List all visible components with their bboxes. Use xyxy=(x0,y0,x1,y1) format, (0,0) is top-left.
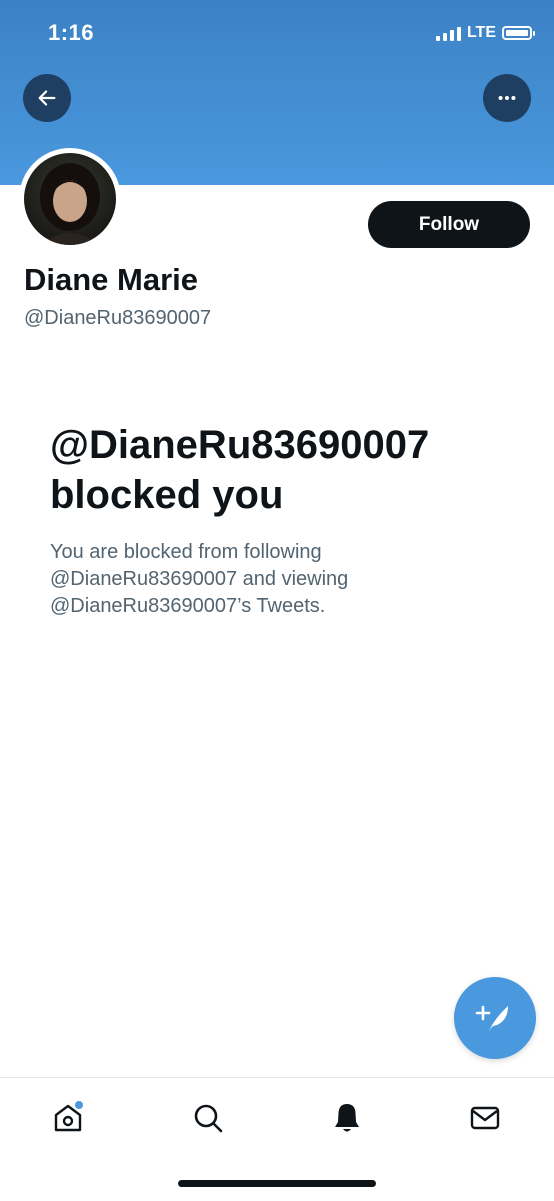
tab-messages[interactable] xyxy=(465,1098,505,1138)
back-button[interactable] xyxy=(23,74,71,122)
user-handle: @DianeRu83690007 xyxy=(24,307,212,329)
tab-search[interactable] xyxy=(188,1098,228,1138)
search-icon xyxy=(194,1104,223,1133)
signal-icon xyxy=(435,25,461,41)
status-indicators: LTE xyxy=(435,24,535,42)
avatar[interactable] xyxy=(19,148,121,250)
blocked-title: @DianeRu83690007 blocked you xyxy=(50,423,430,517)
battery-icon xyxy=(502,26,535,40)
home-indicator xyxy=(178,1180,376,1187)
display-name: Diane Marie xyxy=(24,262,199,297)
network-label: LTE xyxy=(466,24,496,41)
tab-notifications[interactable] xyxy=(327,1098,367,1138)
arrow-left-icon xyxy=(38,90,56,106)
unread-indicator xyxy=(74,1100,84,1110)
bell-icon xyxy=(335,1104,359,1132)
compose-tweet-button[interactable] xyxy=(454,977,536,1059)
avatar-image xyxy=(24,153,116,245)
status-bar: 1:16 LTE xyxy=(0,0,554,70)
more-horizontal-icon xyxy=(498,95,516,101)
tab-home[interactable] xyxy=(48,1098,88,1138)
blocked-description: You are blocked from following @DianeRu8… xyxy=(50,541,349,617)
status-time: 1:16 xyxy=(48,20,95,45)
compose-tweet-icon xyxy=(475,1005,508,1031)
mail-icon xyxy=(470,1106,500,1130)
more-options-button[interactable] xyxy=(483,74,531,122)
follow-button[interactable]: Follow xyxy=(368,201,530,248)
